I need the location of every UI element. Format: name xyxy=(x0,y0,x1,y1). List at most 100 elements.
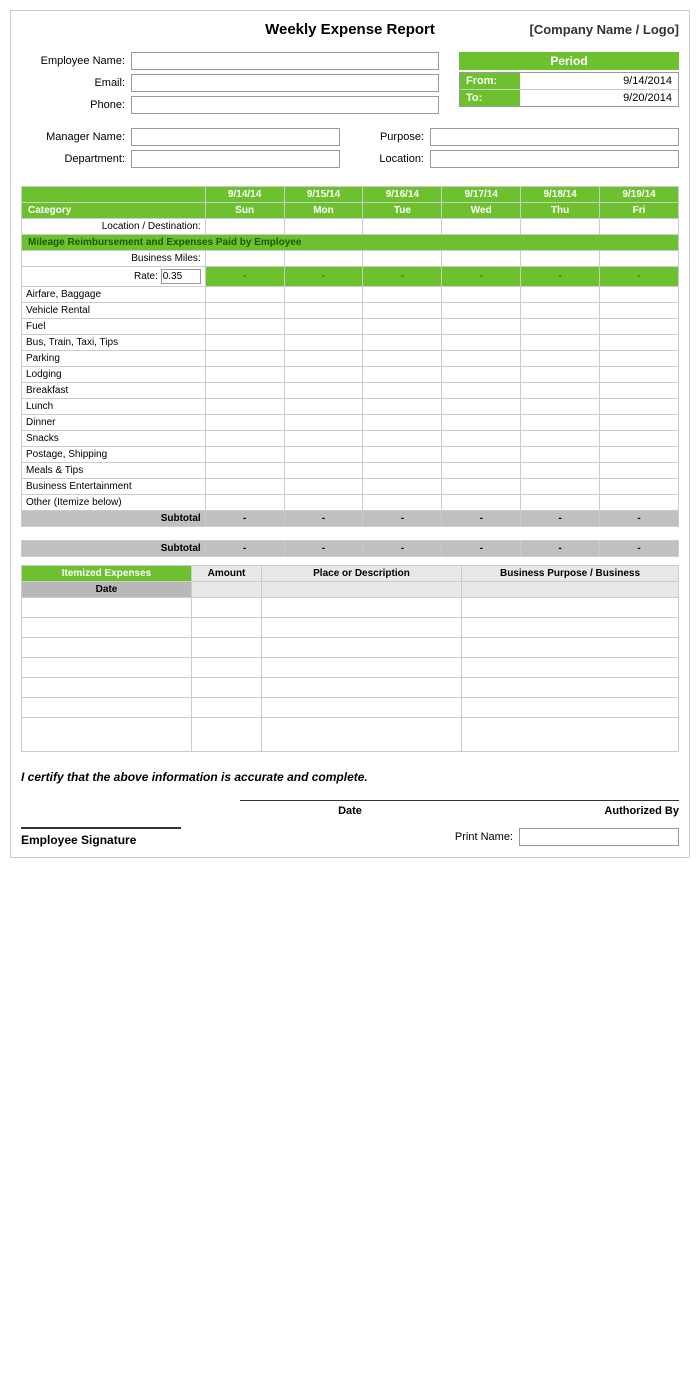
phone-input[interactable] xyxy=(131,96,439,114)
location-input[interactable] xyxy=(430,150,679,168)
itemized-purpose-3[interactable] xyxy=(462,638,679,658)
table-row: Lunch xyxy=(22,399,679,415)
itemized-purpose-4[interactable] xyxy=(462,658,679,678)
airfare-sun[interactable] xyxy=(205,287,284,303)
itemized-date-1[interactable] xyxy=(22,598,192,618)
period-section: Period From: 9/14/2014 To: 9/20/2014 xyxy=(459,52,679,118)
mileage-section-label: Mileage Reimbursement and Expenses Paid … xyxy=(22,235,679,251)
itemized-date-7[interactable] xyxy=(22,718,192,752)
print-name-input[interactable] xyxy=(519,828,679,846)
itemized-place-2[interactable] xyxy=(262,618,462,638)
purpose-row: Purpose: xyxy=(360,128,679,146)
department-row: Department: xyxy=(21,150,340,168)
itemized-amount-7[interactable] xyxy=(192,718,262,752)
itemized-place-5[interactable] xyxy=(262,678,462,698)
purpose-subheader xyxy=(462,582,679,598)
date-sig-line xyxy=(240,800,459,801)
itemized-date-6[interactable] xyxy=(22,698,192,718)
itemized-row-5 xyxy=(22,678,679,698)
employee-name-input[interactable] xyxy=(131,52,439,70)
airfare-wed[interactable] xyxy=(442,287,521,303)
miles-thu[interactable] xyxy=(521,251,600,267)
day-wed: Wed xyxy=(442,203,521,219)
airfare-fri[interactable] xyxy=(600,287,679,303)
meals-tips-label: Meals & Tips xyxy=(22,463,206,479)
subtotal-1-fri: - xyxy=(600,511,679,527)
miles-fri[interactable] xyxy=(600,251,679,267)
itemized-purpose-6[interactable] xyxy=(462,698,679,718)
rate-dash-thu: - xyxy=(521,267,600,287)
location-tue-cell[interactable] xyxy=(363,219,442,235)
location-sun-cell[interactable] xyxy=(205,219,284,235)
location-mon-cell[interactable] xyxy=(284,219,363,235)
subtotal-2-thu: - xyxy=(521,541,600,557)
itemized-amount-5[interactable] xyxy=(192,678,262,698)
purpose-input[interactable] xyxy=(430,128,679,146)
subtotal-row-2: Subtotal - - - - - - xyxy=(22,541,679,557)
location-wed-cell[interactable] xyxy=(442,219,521,235)
subtotal-1-thu: - xyxy=(521,511,600,527)
itemized-purpose-5[interactable] xyxy=(462,678,679,698)
authorized-sig-label: Authorized By xyxy=(460,805,679,817)
rate-label-cell: Rate: xyxy=(22,267,206,287)
itemized-amount-3[interactable] xyxy=(192,638,262,658)
itemized-purpose-2[interactable] xyxy=(462,618,679,638)
subtotal-1-sun: - xyxy=(205,511,284,527)
airfare-mon[interactable] xyxy=(284,287,363,303)
email-input[interactable] xyxy=(131,74,439,92)
bus-train-label: Bus, Train, Taxi, Tips xyxy=(22,335,206,351)
itemized-date-5[interactable] xyxy=(22,678,192,698)
date-thu: 9/18/14 xyxy=(521,187,600,203)
manager-name-input[interactable] xyxy=(131,128,340,146)
itemized-row-4 xyxy=(22,658,679,678)
subtotal-1-wed: - xyxy=(442,511,521,527)
itemized-date-3[interactable] xyxy=(22,638,192,658)
itemized-row-2 xyxy=(22,618,679,638)
itemized-row-7 xyxy=(22,718,679,752)
subtotal-1-mon: - xyxy=(284,511,363,527)
itemized-date-4[interactable] xyxy=(22,658,192,678)
itemized-amount-2[interactable] xyxy=(192,618,262,638)
itemized-date-header-row: Date xyxy=(22,582,679,598)
miles-wed[interactable] xyxy=(442,251,521,267)
itemized-amount-1[interactable] xyxy=(192,598,262,618)
airfare-thu[interactable] xyxy=(521,287,600,303)
itemized-purpose-7[interactable] xyxy=(462,718,679,752)
itemized-purpose-1[interactable] xyxy=(462,598,679,618)
itemized-amount-4[interactable] xyxy=(192,658,262,678)
employee-period-section: Employee Name: Email: Phone: Period From… xyxy=(21,52,679,118)
miles-sun[interactable] xyxy=(205,251,284,267)
lodging-label: Lodging xyxy=(22,367,206,383)
employee-name-row: Employee Name: xyxy=(21,52,439,70)
itemized-place-1[interactable] xyxy=(262,598,462,618)
airfare-tue[interactable] xyxy=(363,287,442,303)
lunch-label: Lunch xyxy=(22,399,206,415)
department-input[interactable] xyxy=(131,150,340,168)
authorized-sig-area: Authorized By xyxy=(460,800,679,817)
miles-tue[interactable] xyxy=(363,251,442,267)
rate-dash-tue: - xyxy=(363,267,442,287)
rate-input[interactable] xyxy=(161,269,201,284)
location-fri-cell[interactable] xyxy=(600,219,679,235)
location-thu-cell[interactable] xyxy=(521,219,600,235)
table-row: Breakfast xyxy=(22,383,679,399)
itemized-date-2[interactable] xyxy=(22,618,192,638)
category-header xyxy=(22,187,206,203)
vehicle-rental-label: Vehicle Rental xyxy=(22,303,206,319)
table-header-dates: 9/14/14 9/15/14 9/16/14 9/17/14 9/18/14 … xyxy=(22,187,679,203)
purpose-col-header: Business Purpose / Business xyxy=(462,566,679,582)
miles-mon[interactable] xyxy=(284,251,363,267)
business-miles-label: Business Miles: xyxy=(22,251,206,267)
table-header-days: Category Sun Mon Tue Wed Thu Fri xyxy=(22,203,679,219)
itemized-place-3[interactable] xyxy=(262,638,462,658)
to-label: To: xyxy=(460,90,520,106)
itemized-place-7[interactable] xyxy=(262,718,462,752)
itemized-amount-6[interactable] xyxy=(192,698,262,718)
certify-text: I certify that the above information is … xyxy=(21,770,679,784)
itemized-place-6[interactable] xyxy=(262,698,462,718)
spacer-row-1 xyxy=(22,527,679,541)
mileage-section-row: Mileage Reimbursement and Expenses Paid … xyxy=(22,235,679,251)
manager-name-row: Manager Name: xyxy=(21,128,340,146)
itemized-place-4[interactable] xyxy=(262,658,462,678)
location-label: Location: xyxy=(360,153,430,165)
